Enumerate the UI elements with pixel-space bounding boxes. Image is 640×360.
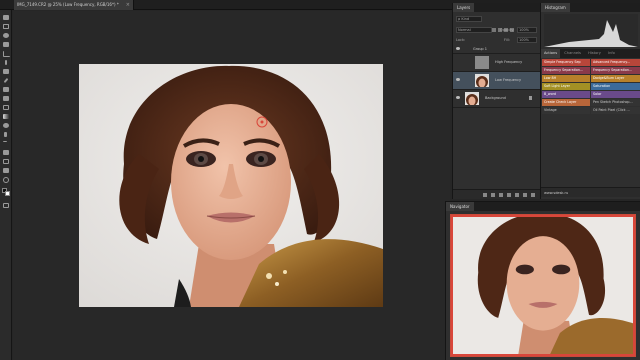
layer-style-icon[interactable]: [491, 193, 495, 197]
eyedropper-tool-icon[interactable]: [2, 59, 10, 66]
actions-footer: www.sdesk.ru: [541, 187, 640, 197]
lock-label: Lock:: [456, 38, 466, 42]
crop-tool-icon[interactable]: [2, 50, 10, 57]
tab-navigator[interactable]: Navigator: [446, 202, 474, 211]
layer-row-high-frequency[interactable]: High Frequency: [453, 54, 541, 72]
navigator-panel-header: Navigator: [446, 202, 640, 211]
layer-filter-icons[interactable]: [486, 17, 536, 32]
opacity-label: Opacity:: [500, 28, 515, 32]
action-button[interactable]: Frequency Separation...: [542, 67, 590, 74]
brush-tool-icon[interactable]: [2, 77, 10, 84]
fill-label: Fill:: [504, 38, 510, 42]
blend-mode-select[interactable]: Normal: [456, 27, 492, 33]
close-icon[interactable]: ×: [126, 0, 130, 10]
lasso-tool-icon[interactable]: [2, 32, 10, 39]
visibility-eye-icon[interactable]: [456, 47, 460, 50]
layer-name: Group 1: [473, 47, 487, 51]
actions-list: Simple Frequency Sep Advanced Frequency.…: [542, 59, 640, 114]
layers-list: Group 1 High Frequency Low Frequency Bac…: [453, 45, 541, 145]
layer-thumbnail: [475, 56, 489, 69]
zoom-tool-icon[interactable]: [2, 176, 10, 183]
navigator-view-box[interactable]: [451, 215, 635, 356]
trash-icon[interactable]: [531, 193, 535, 197]
action-button[interactable]: Frequency Separation...: [591, 67, 640, 74]
action-button[interactable]: Pen Sketch Photoshop...: [591, 99, 640, 106]
visibility-eye-icon[interactable]: [456, 78, 460, 81]
layers-panel-header: Layers: [453, 3, 540, 12]
actions-footer-text: www.sdesk.ru: [544, 191, 569, 195]
action-button[interactable]: Oil Paint Pixel (Click ...: [591, 107, 640, 114]
blend-mode-value: Normal: [458, 28, 471, 32]
navigator-preview[interactable]: [450, 214, 636, 357]
tab-channels[interactable]: Channels: [561, 49, 584, 58]
opacity-field[interactable]: 100%: [517, 27, 537, 33]
eraser-tool-icon[interactable]: [2, 104, 10, 111]
portrait-photo: [79, 64, 383, 307]
type-tool-icon[interactable]: [2, 140, 10, 147]
tab-actions[interactable]: Actions: [541, 49, 561, 58]
add-mask-icon[interactable]: [499, 193, 503, 197]
action-button[interactable]: Soft Light Layer: [542, 83, 590, 90]
histogram-panel-header: Histogram: [541, 3, 640, 12]
clone-stamp-tool-icon[interactable]: [2, 86, 10, 93]
tools-panel: [0, 10, 12, 360]
action-button[interactable]: Simple Frequency Sep: [542, 59, 590, 66]
dodge-tool-icon[interactable]: [2, 122, 10, 129]
quick-mask-icon[interactable]: [2, 202, 10, 209]
layer-thumbnail: [465, 92, 479, 105]
pen-tool-icon[interactable]: [2, 131, 10, 138]
healing-brush-tool-icon[interactable]: [2, 68, 10, 75]
quick-select-tool-icon[interactable]: [2, 41, 10, 48]
layer-row-group[interactable]: Group 1: [453, 45, 541, 54]
history-brush-tool-icon[interactable]: [2, 95, 10, 102]
path-select-tool-icon[interactable]: [2, 149, 10, 156]
action-button[interactable]: Advanced Frequency...: [591, 59, 640, 66]
new-group-icon[interactable]: [515, 193, 519, 197]
tab-histogram[interactable]: Histogram: [541, 3, 570, 12]
action-button[interactable]: Saturation: [591, 83, 640, 90]
visibility-eye-icon[interactable]: [456, 96, 460, 99]
layer-filter-kind[interactable]: ρ Kind: [456, 16, 482, 22]
background-color-swatch[interactable]: [5, 191, 10, 196]
layer-name: Background: [485, 96, 506, 100]
tab-info[interactable]: Info: [605, 49, 618, 58]
layer-name: High Frequency: [495, 60, 523, 64]
marquee-tool-icon[interactable]: [2, 23, 10, 30]
action-button[interactable]: B_word: [542, 91, 590, 98]
hand-tool-icon[interactable]: [2, 167, 10, 174]
fill-field[interactable]: 100%: [517, 37, 537, 43]
new-layer-icon[interactable]: [523, 193, 527, 197]
layers-panel: Layers ρ Kind Normal Opacity: 100% Lock:…: [452, 3, 541, 199]
lock-icon: [529, 96, 532, 100]
histogram-graph: [544, 14, 638, 47]
move-tool-icon[interactable]: [2, 14, 10, 21]
adjustment-layer-icon[interactable]: [507, 193, 511, 197]
document-canvas-image[interactable]: [79, 64, 383, 307]
document-tab[interactable]: IMG_7149.CR2 @ 25% (Low Frequency, RGB/1…: [14, 0, 134, 10]
action-button[interactable]: Low 8H: [542, 75, 590, 82]
tab-layers[interactable]: Layers: [453, 3, 475, 12]
action-button[interactable]: Solar: [591, 91, 640, 98]
layer-row-background[interactable]: Background: [453, 90, 541, 108]
action-button[interactable]: Dodge&Burn Layer: [591, 75, 640, 82]
layer-filter-kind-label: ρ Kind: [458, 17, 470, 21]
layers-footer-bar: [453, 189, 541, 199]
tab-history[interactable]: History: [585, 49, 604, 58]
gradient-tool-icon[interactable]: [2, 113, 10, 120]
document-tab-label: IMG_7149.CR2 @ 25% (Low Frequency, RGB/1…: [17, 2, 119, 7]
layer-row-low-frequency[interactable]: Low Frequency: [453, 72, 541, 90]
action-button[interactable]: Create Check Layer: [542, 99, 590, 106]
actions-panel-tabs: Actions Channels History Info: [541, 49, 640, 58]
opacity-value: 100%: [519, 28, 530, 32]
fill-value: 100%: [519, 38, 530, 42]
navigator-panel: Navigator: [445, 201, 640, 360]
layer-name: Low Frequency: [495, 78, 522, 82]
right-panels: Histogram Actions Channels History Info …: [540, 3, 640, 199]
layer-thumbnail: [475, 74, 489, 87]
action-button[interactable]: Vintage: [542, 107, 590, 114]
link-layers-icon[interactable]: [483, 193, 487, 197]
shape-tool-icon[interactable]: [2, 158, 10, 165]
